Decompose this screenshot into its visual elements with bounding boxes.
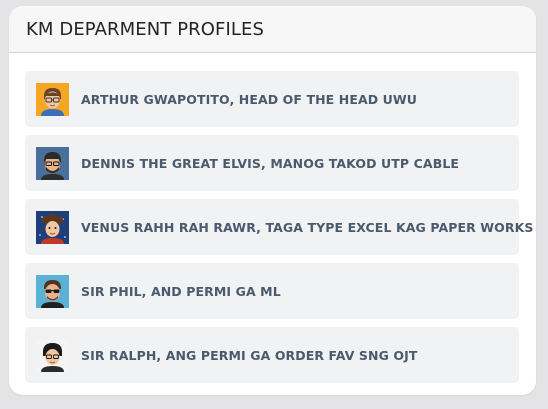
- profile-name: DENNIS THE GREAT ELVIS, MANOG TAKOD UTP …: [81, 155, 460, 171]
- profile-name: SIR RALPH, ANG PERMI GA ORDER FAV SNG OJ…: [81, 347, 418, 363]
- list-item[interactable]: SIR RALPH, ANG PERMI GA ORDER FAV SNG OJ…: [25, 327, 519, 383]
- avatar-sunglasses-icon: [36, 274, 69, 308]
- avatar-bearded-icon: [36, 146, 69, 180]
- panel-header: KM DEPARMENT PROFILES: [9, 6, 536, 53]
- profile-list: ARTHUR GWAPOTITO, HEAD OF THE HEAD UWU D…: [25, 71, 533, 391]
- avatar-dark-hair-icon: [36, 338, 69, 372]
- profile-name: SIR PHIL, AND PERMI GA ML: [81, 283, 281, 299]
- panel-title: KM DEPARMENT PROFILES: [26, 18, 265, 40]
- list-item[interactable]: ARTHUR GWAPOTITO, HEAD OF THE HEAD UWU: [25, 71, 519, 127]
- list-item[interactable]: SIR PHIL, AND PERMI GA ML: [25, 263, 519, 319]
- avatar-curly-hair-icon: [36, 210, 69, 244]
- list-item[interactable]: DENNIS THE GREAT ELVIS, MANOG TAKOD UTP …: [25, 135, 519, 191]
- profiles-panel: KM DEPARMENT PROFILES ARTHUR GWAPOTITO, …: [9, 6, 536, 395]
- avatar-glasses-icon: [36, 82, 69, 116]
- list-item[interactable]: VENUS RAHH RAH RAWR, TAGA TYPE EXCEL KAG…: [25, 199, 533, 255]
- profile-name: ARTHUR GWAPOTITO, HEAD OF THE HEAD UWU: [81, 91, 418, 107]
- profile-name: VENUS RAHH RAH RAWR, TAGA TYPE EXCEL KAG…: [81, 219, 534, 235]
